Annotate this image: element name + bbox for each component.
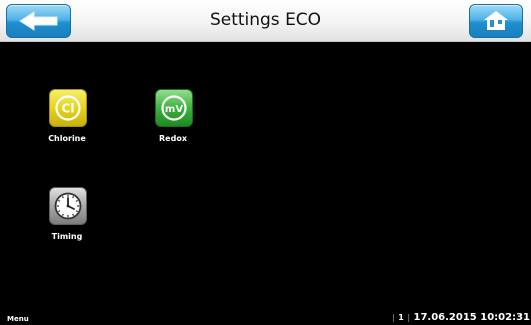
redox-label: Redox	[159, 134, 187, 143]
home-button[interactable]	[469, 4, 523, 38]
timing-label: Timing	[51, 232, 83, 241]
settings-eco-screen: Settings ECO Cl Chlorine mV Redox Timing…	[0, 0, 531, 325]
back-button[interactable]	[6, 4, 71, 38]
chlorine-icon-text: Cl	[62, 102, 75, 116]
chlorine-label: Chlorine	[48, 134, 86, 143]
back-arrow-icon	[19, 11, 58, 31]
status-bar: | 1 | 17.06.2015 10:02:31	[392, 312, 530, 323]
datetime: 17.06.2015 10:02:31	[413, 312, 531, 323]
clock-icon	[49, 187, 87, 225]
menu-label[interactable]: Menu	[7, 315, 29, 323]
page-number: 1	[398, 313, 404, 322]
separator: |	[407, 313, 411, 322]
header-bar: Settings ECO	[0, 0, 531, 42]
redox-icon: mV	[155, 89, 193, 127]
page-title: Settings ECO	[209, 10, 322, 30]
redox-icon-text: mV	[165, 104, 183, 115]
separator: |	[392, 313, 395, 322]
home-icon	[484, 11, 508, 30]
chlorine-icon: Cl	[49, 89, 87, 127]
